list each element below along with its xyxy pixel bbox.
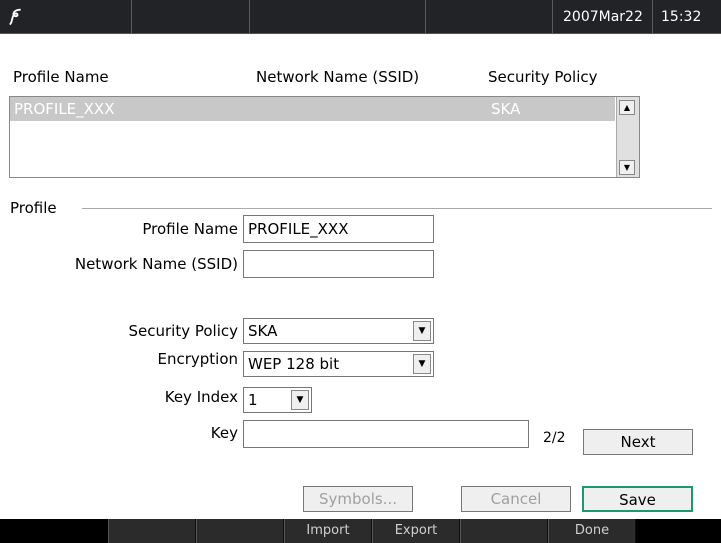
- scroll-up-icon[interactable]: ▲: [619, 100, 635, 115]
- softkey-blank-1[interactable]: [108, 519, 196, 543]
- scroll-down-icon[interactable]: ▼: [619, 160, 635, 175]
- chevron-down-icon[interactable]: ▼: [413, 354, 431, 374]
- security-policy-select[interactable]: SKA ▼: [243, 318, 434, 344]
- list-item-profile-name: PROFILE_XXX: [14, 100, 115, 118]
- profile-name-label: Profile Name: [142, 220, 238, 238]
- next-button[interactable]: Next: [583, 429, 693, 455]
- chevron-down-icon[interactable]: ▼: [413, 321, 431, 341]
- key-index-label: Key Index: [164, 388, 238, 406]
- section-title: Profile: [10, 199, 57, 217]
- save-button[interactable]: Save: [582, 486, 693, 512]
- profile-name-input[interactable]: PROFILE_XXX: [243, 215, 434, 243]
- done-button[interactable]: Done: [548, 519, 636, 543]
- profile-list[interactable]: PROFILE_XXX SKA ▲ ▼: [9, 96, 640, 178]
- key-index-select[interactable]: 1 ▼: [243, 387, 312, 413]
- softkey-bar: Import Export Done: [0, 519, 721, 543]
- column-header-ssid: Network Name (SSID): [256, 68, 420, 86]
- key-index-value: 1: [248, 391, 258, 409]
- encryption-select[interactable]: WEP 128 bit ▼: [243, 351, 434, 377]
- page-indicator: 2/2: [543, 430, 566, 446]
- status-cell-2: [250, 0, 426, 34]
- chevron-down-icon[interactable]: ▼: [291, 390, 309, 410]
- softkey-blank-2[interactable]: [196, 519, 284, 543]
- symbols-button[interactable]: Symbols...: [303, 486, 413, 512]
- export-button[interactable]: Export: [372, 519, 460, 543]
- security-policy-value: SKA: [248, 322, 278, 340]
- logo-icon: [0, 0, 132, 34]
- status-time: 15:32: [661, 9, 702, 25]
- list-item[interactable]: PROFILE_XXX SKA: [10, 97, 615, 121]
- column-header-profile-name: Profile Name: [13, 68, 109, 86]
- status-cell-1: [132, 0, 250, 34]
- cancel-button[interactable]: Cancel: [461, 486, 571, 512]
- list-scrollbar[interactable]: ▲ ▼: [616, 97, 639, 177]
- security-policy-label: Security Policy: [128, 322, 238, 340]
- key-label: Key: [210, 424, 238, 442]
- status-date: 2007Mar22: [553, 0, 653, 34]
- import-button[interactable]: Import: [284, 519, 372, 543]
- column-header-security-policy: Security Policy: [488, 68, 598, 86]
- key-input[interactable]: [243, 420, 529, 448]
- status-bar: 2007Mar22 15:32: [0, 0, 721, 34]
- list-item-security-policy: SKA: [491, 100, 521, 118]
- encryption-value: WEP 128 bit: [248, 355, 340, 373]
- encryption-label: Encryption: [157, 350, 238, 368]
- ssid-input[interactable]: [243, 250, 434, 278]
- softkey-blank-3[interactable]: [460, 519, 548, 543]
- softkey-spacer: [0, 519, 108, 543]
- section-divider: [82, 208, 712, 209]
- ssid-label: Network Name (SSID): [74, 255, 238, 273]
- status-cell-3: [426, 0, 553, 34]
